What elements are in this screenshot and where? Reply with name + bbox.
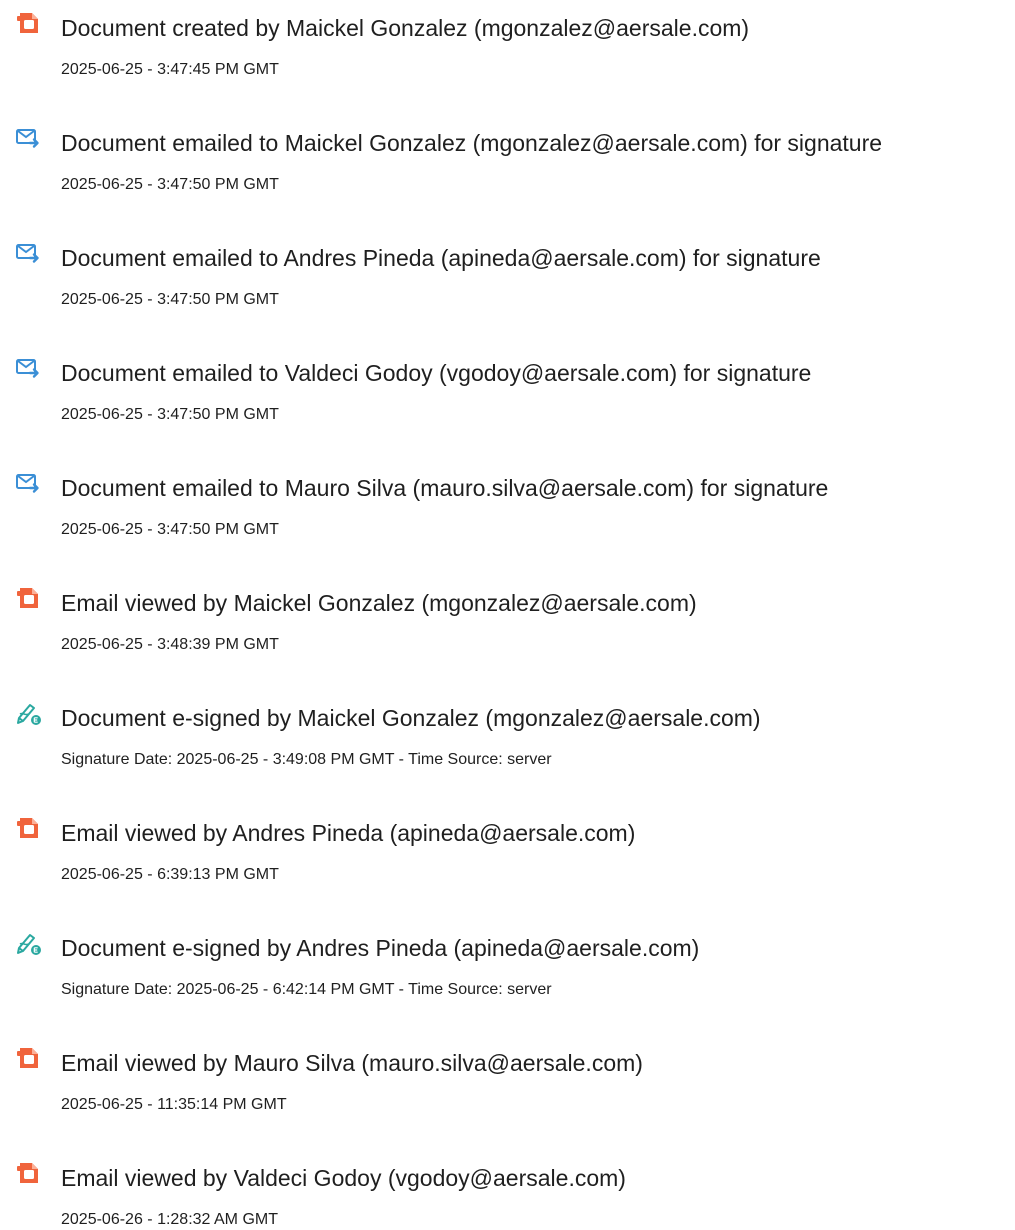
event-title: Document emailed to Valdeci Godoy (vgodo…: [61, 360, 812, 386]
document-viewed-icon: [16, 1160, 42, 1186]
document-viewed-icon: [16, 815, 42, 841]
event-title: Email viewed by Andres Pineda (apineda@a…: [61, 820, 636, 846]
event-email-viewed: Email viewed by Valdeci Godoy (vgodoy@ae…: [0, 1150, 1015, 1230]
document-created-icon: [16, 10, 42, 36]
event-title: Document e-signed by Maickel Gonzalez (m…: [61, 705, 761, 731]
email-sent-icon: [16, 125, 42, 151]
email-sent-icon: [16, 470, 42, 496]
event-title: Email viewed by Maickel Gonzalez (mgonza…: [61, 590, 697, 616]
event-email-viewed: Email viewed by Andres Pineda (apineda@a…: [0, 805, 1015, 885]
event-document-emailed: Document emailed to Mauro Silva (mauro.s…: [0, 460, 1015, 540]
document-viewed-icon: [16, 585, 42, 611]
event-email-viewed: Email viewed by Maickel Gonzalez (mgonza…: [0, 575, 1015, 655]
event-timestamp: 2025-06-25 - 3:47:50 PM GMT: [61, 521, 279, 538]
event-timestamp: 2025-06-25 - 3:47:50 PM GMT: [61, 291, 279, 308]
email-sent-icon: [16, 240, 42, 266]
event-timestamp: 2025-06-25 - 3:47:50 PM GMT: [61, 406, 279, 423]
event-title: Email viewed by Mauro Silva (mauro.silva…: [61, 1050, 643, 1076]
event-document-emailed: Document emailed to Valdeci Godoy (vgodo…: [0, 345, 1015, 425]
event-title: Email viewed by Valdeci Godoy (vgodoy@ae…: [61, 1165, 626, 1191]
event-email-viewed: Email viewed by Mauro Silva (mauro.silva…: [0, 1035, 1015, 1115]
event-document-created: Document created by Maickel Gonzalez (mg…: [0, 0, 1015, 80]
event-title: Document emailed to Maickel Gonzalez (mg…: [61, 130, 883, 156]
event-timestamp: 2025-06-25 - 6:39:13 PM GMT: [61, 866, 279, 883]
e-signature-icon: [16, 700, 42, 726]
event-timestamp: 2025-06-26 - 1:28:32 AM GMT: [61, 1211, 278, 1228]
event-timestamp: 2025-06-25 - 11:35:14 PM GMT: [61, 1096, 287, 1113]
event-document-emailed: Document emailed to Maickel Gonzalez (mg…: [0, 115, 1015, 195]
event-document-e-signed: Document e-signed by Andres Pineda (apin…: [0, 920, 1015, 1000]
e-signature-icon: [16, 930, 42, 956]
event-title: Document created by Maickel Gonzalez (mg…: [61, 15, 750, 41]
event-timestamp: Signature Date: 2025-06-25 - 3:49:08 PM …: [61, 751, 552, 768]
document-viewed-icon: [16, 1045, 42, 1071]
event-title: Document emailed to Mauro Silva (mauro.s…: [61, 475, 829, 501]
event-timestamp: Signature Date: 2025-06-25 - 6:42:14 PM …: [61, 981, 552, 998]
event-title: Document emailed to Andres Pineda (apine…: [61, 245, 821, 271]
event-document-emailed: Document emailed to Andres Pineda (apine…: [0, 230, 1015, 310]
event-timestamp: 2025-06-25 - 3:47:45 PM GMT: [61, 61, 279, 78]
email-sent-icon: [16, 355, 42, 381]
event-timestamp: 2025-06-25 - 3:47:50 PM GMT: [61, 176, 279, 193]
event-timestamp: 2025-06-25 - 3:48:39 PM GMT: [61, 636, 279, 653]
event-title: Document e-signed by Andres Pineda (apin…: [61, 935, 700, 961]
event-document-e-signed: Document e-signed by Maickel Gonzalez (m…: [0, 690, 1015, 770]
